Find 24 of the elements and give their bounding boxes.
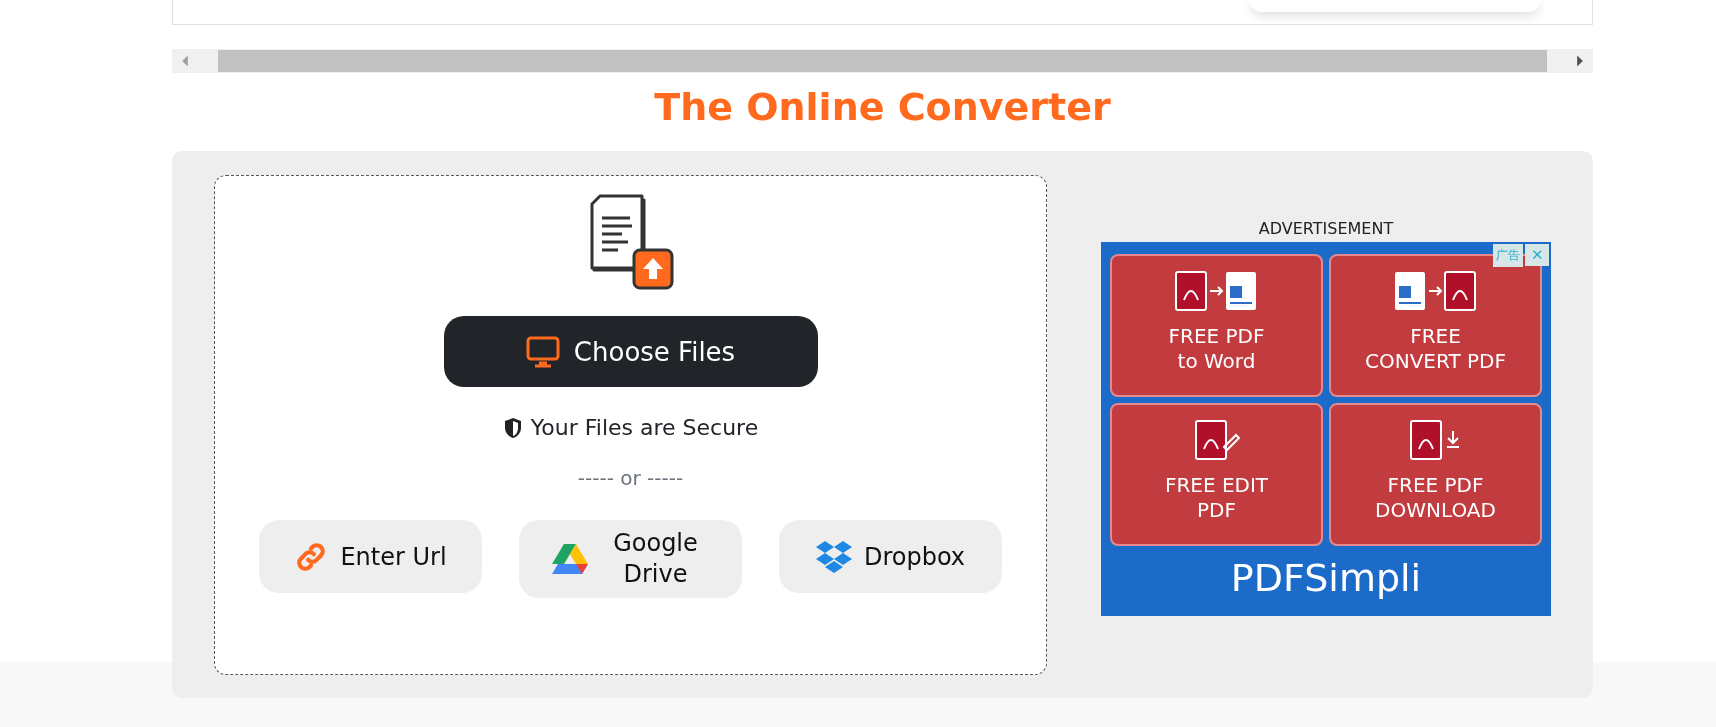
- brand-name: PDFSimpli: [1230, 556, 1422, 600]
- document-icon: [1392, 268, 1479, 314]
- ad-banner[interactable]: 广告 ✕ FREE PDF to Word FREE CONVERT PDF FREE EDIT PDF FREE PDF DOWNLOAD PDFSimpli: [1101, 242, 1551, 616]
- ad-badge: 广告: [1493, 244, 1523, 267]
- drive-icon: [550, 542, 589, 577]
- ad-tile[interactable]: FREE PDF DOWNLOAD: [1329, 403, 1542, 546]
- dropbox-icon: [815, 539, 852, 574]
- choose-files-button[interactable]: Choose Files: [443, 316, 818, 387]
- or-separator: ----- or -----: [577, 466, 684, 490]
- ad-tile-text: FREE PDF to Word: [1168, 324, 1265, 374]
- ad-tile-text: FREE PDF DOWNLOAD: [1375, 473, 1496, 523]
- advertisement-label: ADVERTISEMENT: [1258, 219, 1394, 238]
- upload-dropzone[interactable]: Choose Files Your Files are Secure ----- or ----- Enter Url Google Drive Dropbox: [214, 175, 1047, 675]
- ad-tile[interactable]: FREE PDF to Word: [1110, 254, 1323, 397]
- shield-icon: [502, 416, 523, 439]
- source-button[interactable]: Dropbox: [779, 520, 1002, 593]
- page-title: The Online Converter: [654, 85, 1111, 129]
- monitor-icon: [525, 335, 560, 368]
- source-button[interactable]: Google Drive: [519, 520, 742, 599]
- ad-tile-text: FREE EDIT PDF: [1164, 473, 1269, 523]
- security-note: Your Files are Secure: [530, 415, 759, 440]
- ad-tile[interactable]: FREE EDIT PDF: [1110, 403, 1323, 546]
- source-button[interactable]: Enter Url: [259, 520, 482, 593]
- ad-tile-text: FREE CONVERT PDF: [1365, 324, 1506, 374]
